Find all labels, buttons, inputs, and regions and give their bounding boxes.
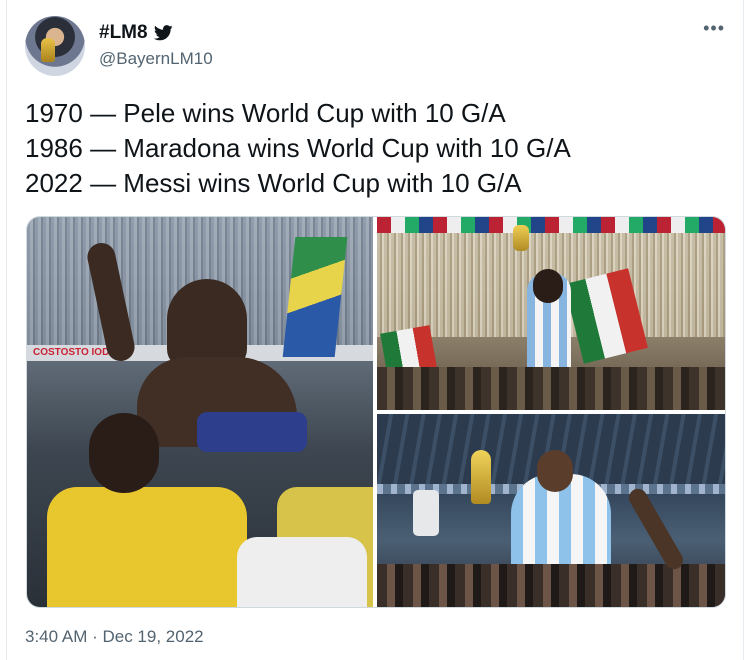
photo-messi-2022[interactable] xyxy=(377,414,725,607)
display-name-row[interactable]: #LM8 xyxy=(99,22,213,44)
tweet-line: 1970 — Pele wins World Cup with 10 G/A xyxy=(25,98,506,128)
display-name[interactable]: #LM8 xyxy=(99,22,148,44)
twitter-bird-icon xyxy=(153,25,173,41)
flags-strip xyxy=(377,217,725,233)
tweet-timestamp[interactable]: 3:40 AM · Dec 19, 2022 xyxy=(25,627,204,647)
trophy-icon xyxy=(41,38,55,62)
photo-pele-1970[interactable]: COSTOSTO IODEX xyxy=(27,217,373,607)
crowd-foreground xyxy=(377,367,725,410)
trophy-icon xyxy=(513,225,529,251)
raised-arm xyxy=(625,485,687,573)
phone-icon xyxy=(413,490,439,536)
yellow-shirt-fan xyxy=(47,487,247,607)
trophy-icon xyxy=(471,450,491,504)
author-names: #LM8 @BayernLM10 xyxy=(99,22,213,69)
avatar[interactable] xyxy=(25,16,85,76)
white-shirt-fan xyxy=(237,537,367,607)
tweet-card: #LM8 @BayernLM10 ••• 1970 — Pele wins Wo… xyxy=(6,0,744,660)
photo-maradona-1986[interactable] xyxy=(377,217,725,410)
player-head xyxy=(537,450,573,492)
blue-shorts xyxy=(197,412,307,452)
tweet-line: 1986 — Maradona wins World Cup with 10 G… xyxy=(25,133,571,163)
crowd-foreground xyxy=(377,564,725,607)
media-grid: COSTOSTO IODEX xyxy=(26,216,726,608)
tweet-text: 1970 — Pele wins World Cup with 10 G/A 1… xyxy=(25,96,725,201)
fan-head xyxy=(89,413,159,493)
tweet-header: #LM8 @BayernLM10 ••• xyxy=(25,16,725,80)
more-options-icon[interactable]: ••• xyxy=(703,18,725,39)
player-head xyxy=(533,269,563,303)
tweet-line: 2022 — Messi wins World Cup with 10 G/A xyxy=(25,168,522,198)
player-pele xyxy=(167,279,247,369)
handle[interactable]: @BayernLM10 xyxy=(99,49,213,69)
